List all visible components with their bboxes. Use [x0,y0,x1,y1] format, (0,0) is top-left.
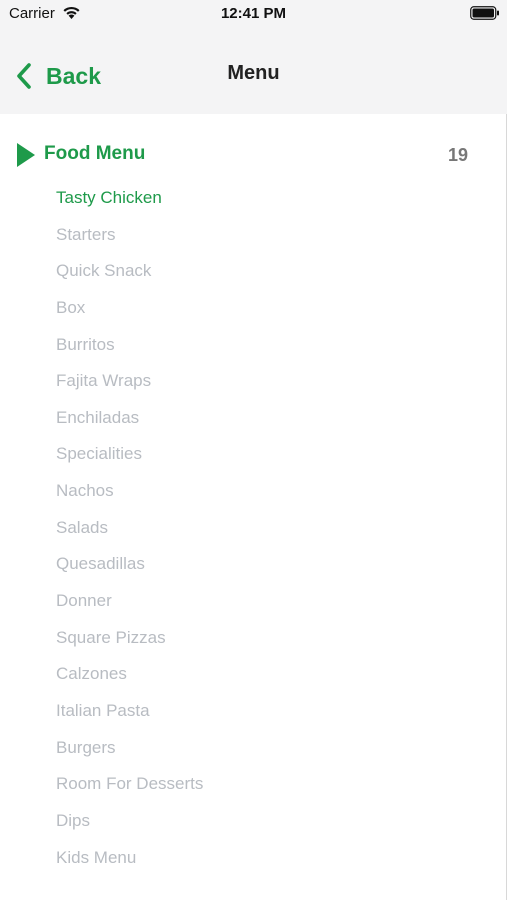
menu-category-item[interactable]: Quick Snack [56,253,203,290]
section-count: 19 [447,145,468,165]
play-icon [17,143,35,167]
menu-category-item[interactable]: Quesadillas [56,546,203,583]
menu-category-item[interactable]: Calzones [56,656,203,693]
menu-category-item[interactable]: Dips [56,803,203,840]
menu-screen: Carrier 12:41 PM Back Menu Food Menu 19 … [0,0,507,900]
status-time: 12:41 PM [220,5,287,22]
menu-category-item[interactable]: Burritos [56,327,203,364]
menu-category-item[interactable]: Donner [56,583,203,620]
menu-category-item[interactable]: Burgers [56,730,203,767]
menu-category-item[interactable]: Specialities [56,436,203,473]
menu-category-item[interactable]: Box [56,290,203,327]
menu-category-item[interactable]: Nachos [56,473,203,510]
menu-category-item[interactable]: Salads [56,510,203,547]
menu-category-list: Tasty Chicken Starters Quick Snack Box Burri… [56,180,203,876]
menu-category-item[interactable]: Square Pizzas [56,620,203,657]
page-title: Menu [227,62,280,84]
menu-category-item[interactable]: Italian Pasta [56,693,203,730]
navigation-bar: Back Menu [0,38,507,114]
menu-category-item[interactable]: Tasty Chicken [56,180,203,217]
section-title: Food Menu [44,143,146,164]
menu-category-item[interactable]: Enchiladas [56,400,203,437]
status-bar: Carrier 12:41 PM [0,0,507,38]
menu-category-item[interactable]: Starters [56,217,203,254]
menu-category-item[interactable]: Kids Menu [56,840,203,877]
food-menu-section-header[interactable]: Food Menu 19 [0,140,507,170]
menu-category-item[interactable]: Fajita Wraps [56,363,203,400]
battery-icon [470,6,499,20]
menu-category-item[interactable]: Room For Desserts [56,766,203,803]
